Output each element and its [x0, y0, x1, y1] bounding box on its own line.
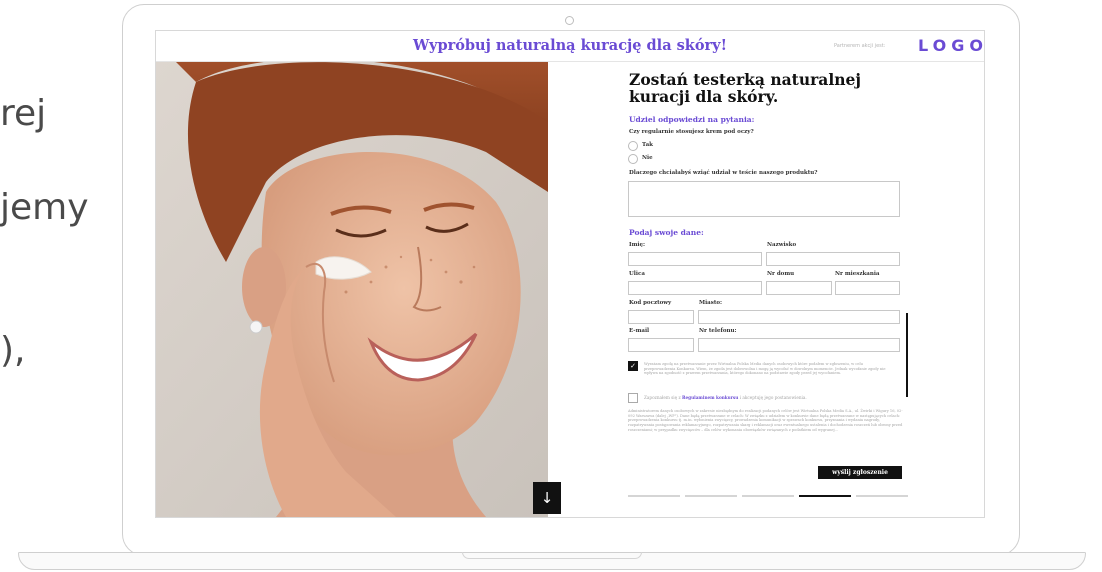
postal-code-label: Kod pocztowy [629, 300, 672, 306]
city-field[interactable] [698, 310, 900, 324]
apartment-number-field[interactable] [835, 281, 900, 295]
consent-rules-suffix: i akceptuję jego postanowienia. [739, 395, 807, 400]
legal-notice: Administratorem danych osobowych w zakre… [628, 409, 903, 432]
consent-rules-prefix: Zapoznałem się z [644, 395, 681, 400]
house-number-label: Nr domu [767, 271, 795, 277]
phone-label: Nr telefonu: [699, 328, 737, 334]
email-field[interactable] [628, 338, 694, 352]
form-title: Zostań testerką naturalnej kuracji dla s… [629, 70, 861, 106]
scrollbar-thumb[interactable] [906, 313, 908, 397]
street-label: Ulica [629, 271, 645, 277]
consent-data-processing-checkbox[interactable]: ✓ [628, 361, 638, 371]
consent-data-processing-text: Wyrażam zgodę na przetwarzanie przez Wir… [644, 362, 886, 376]
radio-yes[interactable] [628, 141, 638, 151]
question-eye-cream: Czy regularnie stosujesz krem pod oczy? [629, 129, 754, 135]
background-text-2: jemy [0, 187, 89, 228]
why-participate-textarea[interactable] [628, 181, 900, 217]
arrow-down-icon: ↓ [540, 489, 554, 507]
personal-data-section-heading: Podaj swoje dane: [629, 228, 704, 237]
page-header: Wypróbuj naturalną kurację dla skóry! Pa… [156, 31, 984, 62]
progress-step-4 [799, 495, 851, 497]
questions-section-heading: Udziel odpowiedzi na pytania: [629, 115, 755, 124]
first-name-field[interactable] [628, 252, 762, 266]
progress-step-2 [685, 495, 737, 497]
webcam-icon [565, 16, 574, 25]
question-why-participate: Dlaczego chciałabyś wziąć udział w teści… [629, 170, 818, 176]
first-name-label: Imię: [629, 242, 646, 248]
scroll-down-button[interactable]: ↓ [533, 482, 561, 514]
rules-link[interactable]: Regulaminem konkursu [682, 395, 738, 400]
consent-rules-text: Zapoznałem się z Regulaminem konkursu i … [644, 395, 904, 400]
progress-step-3 [742, 495, 794, 497]
radio-yes-label: Tak [642, 142, 653, 148]
background-text-3: ), [0, 330, 26, 371]
partner-label: Partnerem akcji jest: [834, 43, 886, 49]
radio-no-label: Nie [642, 155, 653, 161]
street-field[interactable] [628, 281, 762, 295]
apartment-number-label: Nr mieszkania [835, 271, 880, 277]
partner-logo: LOGO [918, 36, 985, 55]
last-name-label: Nazwisko [767, 242, 797, 248]
hero-photo [156, 62, 548, 517]
postal-code-field[interactable] [628, 310, 694, 324]
progress-step-5 [856, 495, 908, 497]
consent-rules-checkbox[interactable] [628, 393, 638, 403]
email-label: E-mail [629, 328, 650, 334]
last-name-field[interactable] [766, 252, 900, 266]
phone-field[interactable] [698, 338, 900, 352]
house-number-field[interactable] [766, 281, 832, 295]
progress-step-1 [628, 495, 680, 497]
laptop-screen: Wypróbuj naturalną kurację dla skóry! Pa… [155, 30, 985, 518]
city-label: Miasto: [699, 300, 723, 306]
woman-face-illustration [156, 62, 548, 517]
background-text-1: rej [0, 93, 47, 134]
laptop-notch [462, 552, 642, 559]
radio-no[interactable] [628, 154, 638, 164]
submit-button[interactable]: wyślij zgłoszenie [818, 466, 902, 479]
